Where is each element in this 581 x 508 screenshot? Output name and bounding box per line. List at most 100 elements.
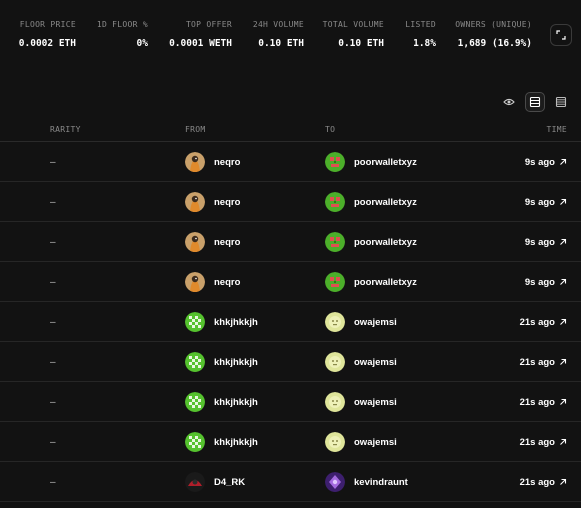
expand-icon [556,30,566,40]
time-value: 21s ago [519,436,555,448]
from-username: khkjhkkjh [214,396,258,408]
time-link[interactable]: 21s ago [520,422,567,462]
rarity-value: – [50,356,56,368]
stat-value: 0.0001 WETH [169,38,232,49]
from-user-link[interactable]: khkjhkkjh [185,302,258,342]
table-row[interactable]: – D4_RK kevindraunt 21s ago [0,462,581,502]
stat-value: 1,689 (16.9%) [457,38,532,49]
orange-bird-avatar [185,232,205,252]
from-username: neqro [214,156,241,168]
table-row[interactable]: – khkjhkkjh owajemsi 21s ago [0,422,581,462]
rarity-value: – [50,236,56,248]
to-username: owajemsi [354,356,397,368]
from-username: khkjhkkjh [214,316,258,328]
time-value: 9s ago [524,236,555,248]
rarity-value: – [50,196,56,208]
time-value: 9s ago [524,276,555,288]
to-username: kevindraunt [354,476,408,488]
rarity-cell: – [50,142,56,182]
table-row[interactable]: – neqro poorwalletxyz 9s ago [0,182,581,222]
yellow-face-avatar [325,432,345,452]
from-user-link[interactable]: neqro [185,142,240,182]
time-link[interactable]: 9s ago [525,142,567,182]
to-user-link[interactable]: poorwalletxyz [325,262,417,302]
time-link[interactable]: 9s ago [525,262,567,302]
rarity-cell: – [50,182,56,222]
time-link[interactable]: 21s ago [520,302,567,342]
list-view-button[interactable] [525,92,545,112]
column-header-time[interactable]: TIME [547,125,567,134]
to-username: poorwalletxyz [354,196,417,208]
rarity-cell: – [50,462,56,502]
stat-label: TOP OFFER [185,20,232,29]
stat-value: 0.10 ETH [258,38,304,49]
table-row[interactable]: – khkjhkkjh owajemsi 21s ago [0,382,581,422]
rarity-value: – [50,316,56,328]
time-value: 21s ago [519,476,555,488]
from-user-link[interactable]: khkjhkkjh [185,342,258,382]
rarity-value: – [50,156,56,168]
stat-1d-floor: 1D FLOOR % 0% [97,20,148,49]
visibility-toggle-button[interactable] [499,92,519,112]
from-user-link[interactable]: neqro [185,262,240,302]
from-user-link[interactable]: neqro [185,182,240,222]
time-link[interactable]: 9s ago [525,182,567,222]
to-user-link[interactable]: kevindraunt [325,462,408,502]
rarity-cell: – [50,422,56,462]
arrow-up-right-icon [559,318,567,326]
time-link[interactable]: 9s ago [525,222,567,262]
to-user-link[interactable]: owajemsi [325,382,397,422]
green-pixel-avatar [325,152,345,172]
time-link[interactable]: 21s ago [520,382,567,422]
compact-list-icon [555,96,567,108]
view-toolbar [499,92,571,112]
table-row[interactable]: – neqro poorwalletxyz 9s ago [0,222,581,262]
to-user-link[interactable]: poorwalletxyz [325,182,417,222]
from-username: neqro [214,236,241,248]
to-user-link[interactable]: owajemsi [325,302,397,342]
green-checker-avatar [185,392,205,412]
time-link[interactable]: 21s ago [520,342,567,382]
to-user-link[interactable]: owajemsi [325,422,397,462]
table-header: RARITY FROM TO TIME [0,116,581,142]
from-user-link[interactable]: D4_RK [185,462,245,502]
stat-value: 0% [136,38,148,49]
from-username: khkjhkkjh [214,356,258,368]
from-user-link[interactable]: khkjhkkjh [185,382,258,422]
compact-view-button[interactable] [551,92,571,112]
orange-bird-avatar [185,152,205,172]
table-row[interactable]: – khkjhkkjh owajemsi 21s ago [0,302,581,342]
to-user-link[interactable]: owajemsi [325,342,397,382]
time-value: 21s ago [519,316,555,328]
arrow-up-right-icon [559,158,567,166]
arrow-up-right-icon [559,478,567,486]
to-user-link[interactable]: poorwalletxyz [325,142,417,182]
collection-stats-bar: FLOOR PRICE 0.0002 ETH 1D FLOOR % 0% TOP… [0,0,581,62]
stat-label: FLOOR PRICE [19,20,76,29]
stat-top-offer: TOP OFFER 0.0001 WETH [169,20,232,49]
table-row[interactable]: – neqro poorwalletxyz 9s ago [0,262,581,302]
stat-label: OWNERS (UNIQUE) [455,20,532,29]
table-row[interactable]: – khkjhkkjh owajemsi 21s ago [0,342,581,382]
expand-button[interactable] [550,24,572,46]
activity-table-body: – neqro poorwalletxyz 9s ago – neqro poorwalle… [0,142,581,502]
time-link[interactable]: 21s ago [520,462,567,502]
rarity-cell: – [50,262,56,302]
column-header-rarity[interactable]: RARITY [50,125,81,134]
green-checker-avatar [185,432,205,452]
stat-value: 0.0002 ETH [18,38,76,49]
arrow-up-right-icon [559,198,567,206]
from-user-link[interactable]: khkjhkkjh [185,422,258,462]
to-user-link[interactable]: poorwalletxyz [325,222,417,262]
stat-value: 1.8% [413,38,436,49]
rarity-cell: – [50,222,56,262]
arrow-up-right-icon [559,398,567,406]
stat-total-volume: TOTAL VOLUME 0.10 ETH [323,20,384,49]
stat-label: TOTAL VOLUME [322,20,384,29]
to-username: poorwalletxyz [354,156,417,168]
column-header-to: TO [325,125,336,134]
table-row[interactable]: – neqro poorwalletxyz 9s ago [0,142,581,182]
rarity-cell: – [50,342,56,382]
from-user-link[interactable]: neqro [185,222,240,262]
rarity-value: – [50,436,56,448]
